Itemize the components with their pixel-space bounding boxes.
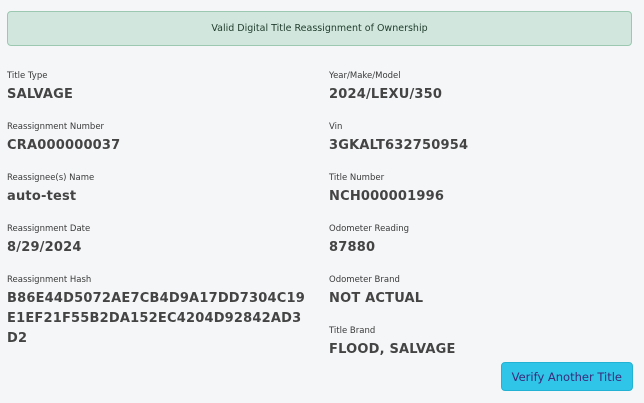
field-label: Year/Make/Model <box>329 71 401 81</box>
field-value: 2024/LEXU/350 <box>329 87 443 102</box>
success-banner-text: Valid Digital Title Reassignment of Owne… <box>211 23 428 34</box>
field-label: Reassignment Number <box>7 122 105 132</box>
field-label: Reassignment Hash <box>7 275 92 285</box>
success-banner: Valid Digital Title Reassignment of Owne… <box>7 11 632 46</box>
field-value: SALVAGE <box>7 87 74 102</box>
field-label: Title Number <box>329 173 385 183</box>
title-verification-page: Valid Digital Title Reassignment of Owne… <box>0 0 644 403</box>
field-label: Title Brand <box>329 326 376 336</box>
field-value: 3GKALT632750954 <box>329 138 469 153</box>
field-value: NOT ACTUAL <box>329 291 424 306</box>
field-reassignee-name: Reassignee(s) Name auto-test <box>7 172 319 223</box>
field-value: B86E44D5072AE7CB4D9A17DD7304C19E1EF21F55… <box>7 291 306 346</box>
field-value: CRA000000037 <box>7 138 121 153</box>
left-details-column: Title Type SALVAGE Reassignment Number C… <box>7 70 319 349</box>
field-title-type: Title Type SALVAGE <box>7 70 319 121</box>
verify-another-title-button[interactable]: Verify Another Title <box>500 362 633 391</box>
field-year-make-model: Year/Make/Model 2024/LEXU/350 <box>329 70 629 121</box>
field-vin: Vin 3GKALT632750954 <box>329 121 629 172</box>
field-reassignment-number: Reassignment Number CRA000000037 <box>7 121 319 172</box>
field-reassignment-date: Reassignment Date 8/29/2024 <box>7 223 319 274</box>
field-odometer-reading: Odometer Reading 87880 <box>329 223 629 274</box>
field-label: Odometer Reading <box>329 224 410 234</box>
field-value: auto-test <box>7 189 77 204</box>
field-title-number: Title Number NCH000001996 <box>329 172 629 223</box>
field-value: NCH000001996 <box>329 189 445 204</box>
right-details-column: Year/Make/Model 2024/LEXU/350 Vin 3GKALT… <box>329 70 629 376</box>
field-value: 8/29/2024 <box>7 240 82 255</box>
field-value: 87880 <box>329 240 376 255</box>
field-label: Odometer Brand <box>329 275 400 285</box>
field-label: Vin <box>329 122 343 132</box>
field-reassignment-hash: Reassignment Hash B86E44D5072AE7CB4D9A17… <box>7 274 319 349</box>
field-label: Reassignment Date <box>7 224 91 234</box>
field-label: Reassignee(s) Name <box>7 173 95 183</box>
field-label: Title Type <box>7 71 48 81</box>
field-odometer-brand: Odometer Brand NOT ACTUAL <box>329 274 629 325</box>
